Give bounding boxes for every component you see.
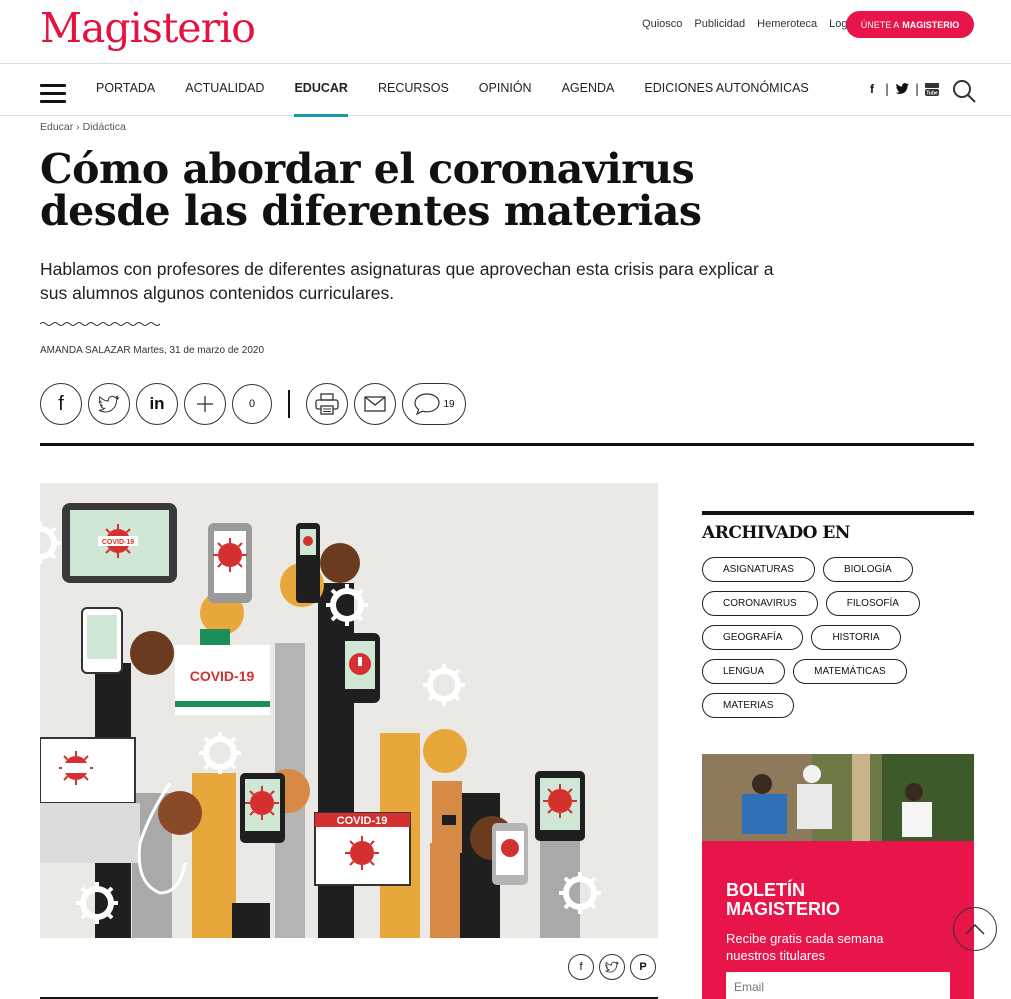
tag-lengua[interactable]: LENGUA	[702, 659, 786, 684]
envelope-icon	[364, 396, 386, 412]
nav-agenda[interactable]: AGENDA	[562, 81, 615, 116]
nav-ediciones[interactable]: EDICIONES AUTONÓMICAS	[644, 81, 808, 116]
facebook-icon: f	[579, 961, 583, 973]
decorative-squiggle	[40, 322, 160, 326]
share-count: 0	[232, 384, 272, 424]
nav-items: PORTADA ACTUALIDAD EDUCAR RECURSOS OPINI…	[96, 81, 839, 117]
tag-asignaturas[interactable]: ASIGNATURAS	[702, 557, 815, 582]
print-button[interactable]	[306, 383, 348, 425]
site-logo[interactable]: Magisterio	[40, 4, 256, 52]
email-button[interactable]	[354, 383, 396, 425]
image-share-facebook[interactable]: f	[568, 954, 594, 980]
nav-recursos[interactable]: RECURSOS	[378, 81, 449, 116]
byline: AMANDA SALAZAR Martes, 31 de marzo de 20…	[40, 345, 264, 356]
archived-title: ARCHIVADO EN	[702, 523, 850, 543]
tag-filosofia[interactable]: FILOSOFÍA	[825, 591, 920, 616]
facebook-icon[interactable]: f	[864, 81, 880, 97]
nav-portada[interactable]: PORTADA	[96, 81, 155, 116]
newsletter-promo: BOLETÍN MAGISTERIO Recibe gratis cada se…	[702, 754, 974, 999]
comment-count: 19	[443, 398, 455, 410]
share-twitter-button[interactable]	[88, 383, 130, 425]
pinterest-icon: P	[639, 961, 647, 973]
tag-geografia[interactable]: GEOGRAFÍA	[702, 625, 804, 650]
tag-matematicas[interactable]: MATEMÁTICAS	[793, 659, 907, 684]
link-quiosco[interactable]: Quiosco	[642, 18, 682, 30]
search-icon[interactable]	[951, 78, 977, 104]
newsletter-title-line2: MAGISTERIO	[726, 899, 841, 919]
twitter-icon	[98, 395, 120, 413]
share-linkedin-button[interactable]: in	[136, 383, 178, 425]
divider	[288, 390, 290, 418]
tag-biologia[interactable]: BIOLOGÍA	[822, 557, 913, 582]
comment-icon	[414, 393, 441, 416]
tag-list: ASIGNATURAS BIOLOGÍA CORONAVIRUS FILOSOF…	[702, 557, 974, 718]
top-links: Quiosco Publicidad Hemeroteca Login	[642, 18, 856, 30]
article-subtitle: Hablamos con profesores de diferentes as…	[40, 259, 774, 303]
author-name[interactable]: AMANDA SALAZAR	[40, 345, 131, 356]
facebook-icon: f	[58, 392, 64, 415]
tag-historia[interactable]: HISTORIA	[811, 625, 901, 650]
image-rule	[40, 997, 658, 999]
link-hemeroteca[interactable]: Hemeroteca	[757, 18, 817, 30]
chevron-up-icon	[965, 923, 985, 935]
printer-icon	[315, 393, 339, 415]
twitter-icon	[605, 961, 619, 973]
newsletter-title-line1: BOLETÍN	[726, 880, 805, 900]
back-to-top-button[interactable]	[953, 907, 997, 951]
main-nav: PORTADA ACTUALIDAD EDUCAR RECURSOS OPINI…	[0, 64, 1011, 117]
publish-date: Martes, 31 de marzo de 2020	[133, 345, 265, 356]
youtube-icon[interactable]: Tube	[924, 81, 940, 97]
image-share-twitter[interactable]	[599, 954, 625, 980]
article-title: Cómo abordar el coronavirus desde las di…	[40, 145, 702, 235]
share-more-button[interactable]	[184, 383, 226, 425]
newsletter-email-input[interactable]	[726, 972, 950, 999]
breadcrumb[interactable]: Educar › Didáctica	[40, 121, 126, 133]
join-brand: MAGISTERIO	[902, 19, 960, 30]
menu-icon[interactable]	[40, 84, 66, 103]
section-rule	[40, 443, 974, 446]
image-share: f P	[568, 954, 656, 980]
newsletter-subtitle: Recibe gratis cada semana nuestros titul…	[726, 931, 884, 963]
twitter-icon[interactable]	[894, 81, 910, 97]
tag-materias[interactable]: MATERIAS	[702, 693, 795, 718]
covid-illustration: COVID-19 COVID-19 COVID-19	[40, 483, 658, 938]
plus-icon	[197, 396, 213, 412]
covid-label-a: COVID-19	[102, 539, 134, 546]
image-share-pinterest[interactable]: P	[630, 954, 656, 980]
nav-educar[interactable]: EDUCAR	[294, 81, 349, 117]
promo-photo	[702, 754, 974, 841]
nav-opinion[interactable]: OPINIÓN	[479, 81, 532, 116]
social-links: f | | Tube	[864, 81, 940, 97]
top-bar: Magisterio Quiosco Publicidad Hemeroteca…	[0, 0, 1011, 64]
join-prefix: ÚNETE A	[860, 19, 900, 30]
nav-actualidad[interactable]: ACTUALIDAD	[185, 81, 264, 116]
share-bar: f in 0 19	[40, 383, 466, 425]
covid-label-b: COVID-19	[190, 668, 255, 684]
hero-image: COVID-19 COVID-19 COVID-19	[40, 483, 658, 938]
tag-coronavirus[interactable]: CORONAVIRUS	[702, 591, 818, 616]
newsletter-title: BOLETÍN MAGISTERIO	[726, 881, 840, 919]
join-button[interactable]: ÚNETE A MAGISTERIO	[846, 11, 974, 38]
sidebar-rule	[702, 511, 974, 515]
svg-text:Tube: Tube	[926, 90, 938, 96]
share-facebook-button[interactable]: f	[40, 383, 82, 425]
linkedin-icon: in	[149, 394, 165, 413]
comments-button[interactable]: 19	[402, 383, 466, 425]
covid-label-c: COVID-19	[337, 815, 388, 827]
link-publicidad[interactable]: Publicidad	[694, 18, 745, 30]
